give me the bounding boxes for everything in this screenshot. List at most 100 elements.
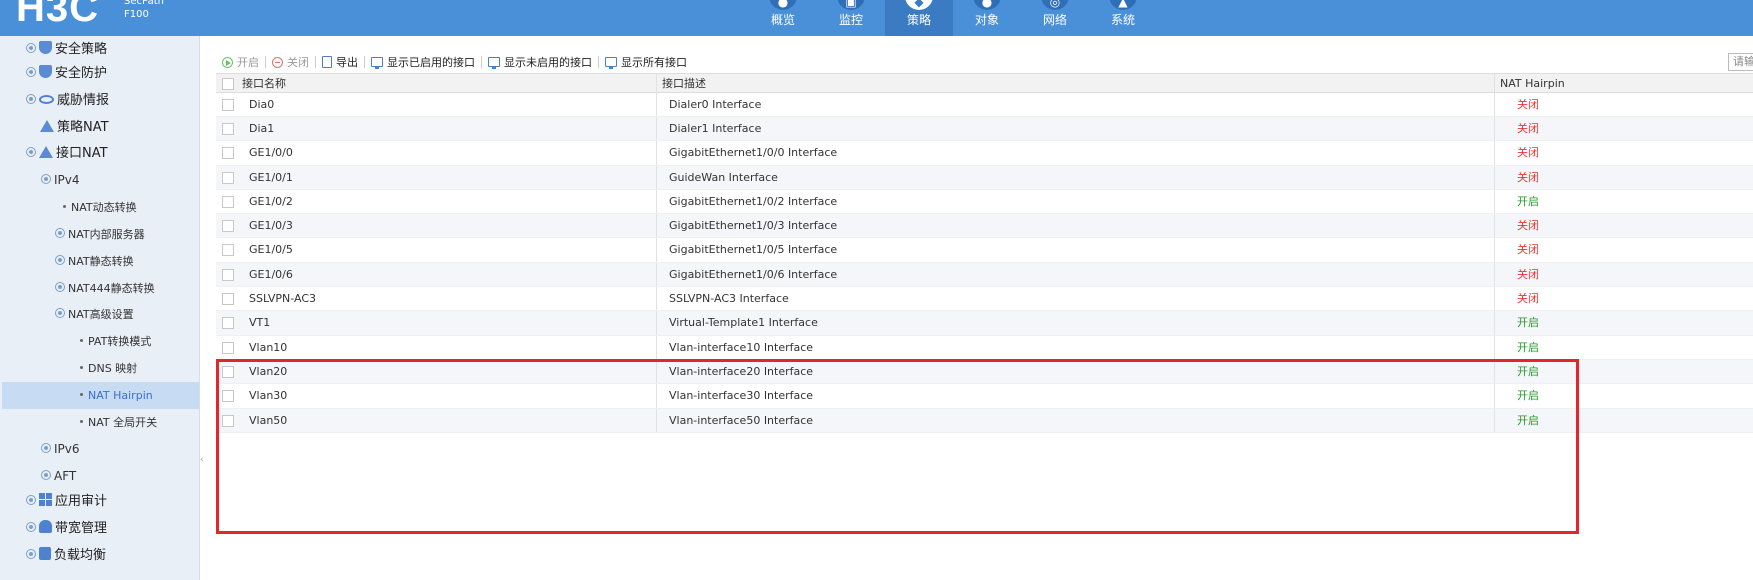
sidebar: 安全策略 安全防护 威胁情报 策略NAT 接口NAT IPv4 NAT动态转换 …	[0, 36, 200, 580]
column-divider	[1494, 311, 1495, 335]
expand-toggle-icon	[26, 146, 36, 157]
interface-description: Vlan-interface30 Interface	[669, 389, 814, 403]
row-checkbox[interactable]	[222, 414, 234, 427]
table-row[interactable]: Vlan20 Vlan-interface20 Interface 开启	[216, 359, 1753, 385]
interface-name: VT1	[249, 316, 271, 330]
column-divider	[656, 262, 657, 287]
expand-toggle-icon	[41, 469, 51, 480]
nat-hairpin-status[interactable]: 关闭	[1517, 117, 1539, 141]
sidebar-item-nat-hairpin[interactable]: NAT Hairpin	[2, 382, 199, 409]
sidebar-item-policy-nat[interactable]: 策略NAT	[40, 114, 109, 141]
globe-icon: ◎	[1041, 0, 1069, 10]
sidebar-item-ipv6[interactable]: IPv6	[41, 436, 80, 463]
column-divider	[1494, 189, 1495, 214]
show-disabled-button[interactable]: 显示未启用的接口	[482, 53, 598, 71]
nav-object[interactable]: ● 对象	[953, 0, 1021, 36]
sidebar-item-nat-internal-server[interactable]: NAT内部服务器	[55, 221, 145, 248]
nat-hairpin-status[interactable]: 开启	[1517, 409, 1539, 433]
sidebar-item-bandwidth[interactable]: 带宽管理	[26, 515, 107, 542]
show-enabled-button[interactable]: 显示已启用的接口	[365, 53, 481, 71]
sidebar-item-security-protection[interactable]: 安全防护	[26, 60, 107, 87]
table-row[interactable]: GE1/0/5 GigabitEthernet1/0/5 Interface 关闭	[216, 238, 1753, 263]
row-checkbox[interactable]	[222, 99, 234, 111]
sidebar-item-interface-nat[interactable]: 接口NAT	[26, 140, 108, 167]
row-checkbox[interactable]	[222, 244, 234, 257]
show-all-button[interactable]: 显示所有接口	[599, 53, 693, 71]
nat-hairpin-status[interactable]: 开启	[1517, 360, 1539, 384]
expand-toggle-icon	[41, 173, 51, 184]
row-checkbox[interactable]	[222, 147, 234, 160]
nat-hairpin-status[interactable]: 关闭	[1517, 287, 1539, 311]
nav-policy[interactable]: ◆ 策略	[885, 0, 953, 36]
column-divider	[656, 117, 657, 141]
nat-hairpin-status[interactable]: 关闭	[1517, 238, 1539, 262]
column-header-nat-hairpin[interactable]: NAT Hairpin	[1500, 74, 1565, 93]
row-checkbox[interactable]	[222, 268, 234, 281]
table-row[interactable]: GE1/0/2 GigabitEthernet1/0/2 Interface 开启	[216, 189, 1753, 215]
interface-description: Dialer0 Interface	[669, 98, 762, 111]
table-row[interactable]: SSLVPN-AC3 SSLVPN-AC3 Interface 关闭	[216, 287, 1753, 312]
column-header-name[interactable]: 接口名称	[242, 74, 286, 93]
sidebar-item-load-balance[interactable]: 负载均衡	[26, 542, 106, 569]
expand-toggle-icon	[55, 255, 65, 265]
table-row[interactable]: Vlan10 Vlan-interface10 Interface 开启	[216, 335, 1753, 360]
sidebar-item-app-audit[interactable]: 应用审计	[26, 488, 107, 515]
sidebar-item-pat-mode[interactable]: PAT转换模式	[80, 328, 151, 355]
table-row[interactable]: GE1/0/1 GuideWan Interface 关闭	[216, 165, 1753, 190]
nat-hairpin-status[interactable]: 开启	[1517, 336, 1539, 360]
row-checkbox[interactable]	[222, 390, 234, 403]
nat-hairpin-status[interactable]: 关闭	[1517, 263, 1539, 287]
sidebar-item-nat-advanced[interactable]: NAT高级设置	[55, 301, 134, 328]
sidebar-item-security-policy[interactable]: 安全策略	[26, 36, 107, 63]
column-divider	[656, 408, 657, 432]
sidebar-item-nat-dynamic[interactable]: NAT动态转换	[63, 194, 137, 221]
table-row[interactable]: Vlan30 Vlan-interface30 Interface 开启	[216, 384, 1753, 409]
nav-monitor[interactable]: ▣ 监控	[817, 0, 885, 36]
sidebar-item-ipv4[interactable]: IPv4	[41, 167, 80, 194]
expand-toggle-icon	[41, 442, 51, 453]
nav-system[interactable]: ▲ 系统	[1089, 0, 1157, 36]
table-row[interactable]: GE1/0/3 GigabitEthernet1/0/3 Interface 关闭	[216, 214, 1753, 239]
row-checkbox[interactable]	[222, 123, 234, 135]
table-row[interactable]: Vlan50 Vlan-interface50 Interface 开启	[216, 408, 1753, 433]
nat-hairpin-status[interactable]: 开启	[1517, 190, 1539, 214]
interface-name: GE1/0/5	[249, 243, 293, 257]
nat-hairpin-status[interactable]: 开启	[1517, 384, 1539, 408]
sidebar-item-threat-intel[interactable]: 威胁情报	[26, 87, 109, 114]
nav-overview[interactable]: ● 概览	[749, 0, 817, 36]
nav-network[interactable]: ◎ 网络	[1021, 0, 1089, 36]
sidebar-collapse-handle[interactable]: ‹	[200, 455, 204, 469]
row-checkbox[interactable]	[222, 195, 234, 208]
select-all-checkbox[interactable]	[222, 78, 234, 90]
table-row[interactable]: GE1/0/0 GigabitEthernet1/0/0 Interface 关闭	[216, 141, 1753, 166]
dashboard-icon: ●	[769, 0, 797, 10]
row-checkbox[interactable]	[222, 171, 234, 184]
sidebar-item-nat-static[interactable]: NAT静态转换	[55, 248, 134, 275]
nat-hairpin-status[interactable]: 关闭	[1517, 166, 1539, 190]
sidebar-item-aft[interactable]: AFT	[41, 463, 76, 490]
export-button[interactable]: 导出	[316, 53, 364, 71]
disable-button[interactable]: 关闭	[266, 53, 315, 71]
enable-button[interactable]: 开启	[216, 53, 265, 71]
nat-hairpin-status[interactable]: 关闭	[1517, 93, 1539, 117]
table-row[interactable]: VT1 Virtual-Template1 Interface 开启	[216, 311, 1753, 336]
column-divider	[656, 93, 657, 116]
column-header-desc[interactable]: 接口描述	[662, 74, 706, 93]
table-row[interactable]: Dia0 Dialer0 Interface 关闭	[216, 93, 1753, 117]
search-input[interactable]: 请输	[1728, 53, 1753, 71]
row-checkbox[interactable]	[222, 293, 234, 306]
nat-hairpin-status[interactable]: 关闭	[1517, 141, 1539, 165]
nat-hairpin-status[interactable]: 关闭	[1517, 214, 1539, 238]
row-checkbox[interactable]	[222, 365, 234, 378]
table-row[interactable]: GE1/0/6 GigabitEthernet1/0/6 Interface 关闭	[216, 262, 1753, 288]
sidebar-item-dns-mapping[interactable]: DNS 映射	[80, 355, 137, 382]
sidebar-item-nat444-static[interactable]: NAT444静态转换	[55, 275, 155, 302]
nat-hairpin-status[interactable]: 开启	[1517, 311, 1539, 335]
sidebar-item-nat-global-switch[interactable]: NAT 全局开关	[80, 409, 157, 436]
row-checkbox[interactable]	[222, 317, 234, 330]
row-checkbox[interactable]	[222, 341, 234, 354]
eye-icon	[39, 95, 54, 104]
interface-name: Vlan50	[249, 413, 288, 427]
row-checkbox[interactable]	[222, 220, 234, 233]
table-row[interactable]: Dia1 Dialer1 Interface 关闭	[216, 117, 1753, 142]
